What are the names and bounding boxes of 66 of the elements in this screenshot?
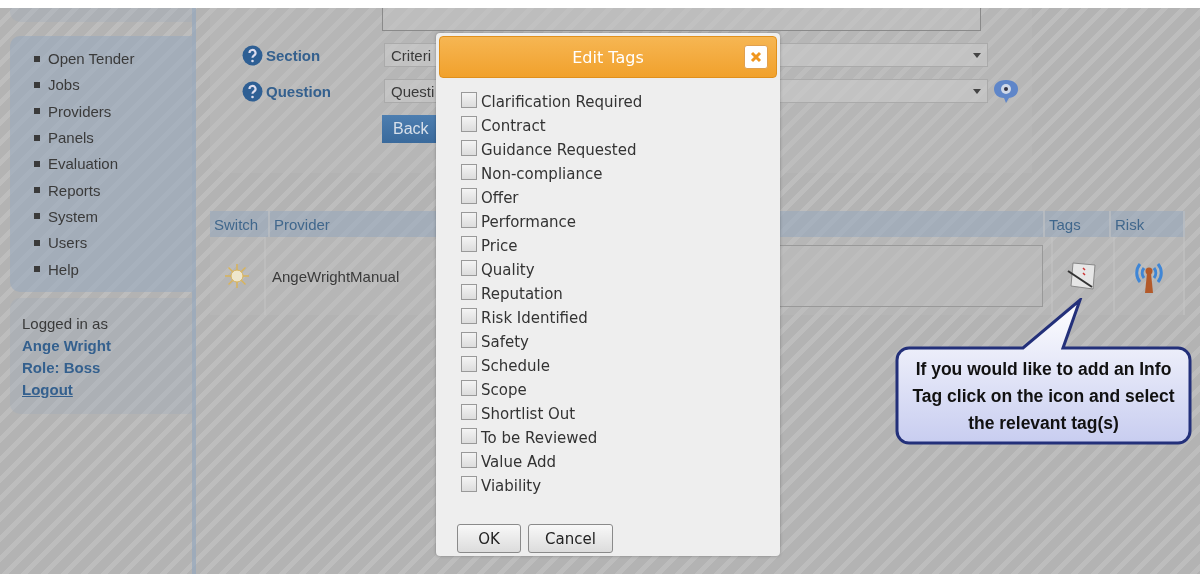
- checkbox[interactable]: [461, 476, 477, 492]
- login-caption: Logged in as: [22, 313, 108, 334]
- column-header: Tags: [1045, 211, 1111, 237]
- checkbox[interactable]: [461, 284, 477, 300]
- help-icon[interactable]: [242, 44, 263, 66]
- checkbox[interactable]: [461, 452, 477, 468]
- checkbox-label: Scope: [481, 381, 527, 399]
- close-icon: [750, 51, 762, 63]
- column-header: Risk: [1111, 211, 1185, 237]
- checkbox[interactable]: [461, 332, 477, 348]
- cancel-button[interactable]: Cancel: [528, 524, 613, 553]
- user-name: Ange Wright: [22, 335, 111, 356]
- checkbox[interactable]: [461, 380, 477, 396]
- checkbox-label: Shortlist Out: [481, 405, 576, 423]
- field-label: Section: [266, 46, 322, 64]
- checkbox[interactable]: [461, 188, 477, 204]
- menu-item[interactable]: Users: [34, 232, 192, 254]
- checkbox-label: Non-compliance: [481, 165, 603, 183]
- checkbox[interactable]: [461, 260, 477, 276]
- user-role: Role: Boss: [22, 357, 101, 378]
- callout-text: If you would like to add an Info Tag click on the icon and select the relevant tag(s): [911, 358, 1176, 435]
- checkbox[interactable]: [461, 404, 477, 420]
- menu-item[interactable]: System: [34, 205, 192, 228]
- checkbox[interactable]: [461, 308, 477, 324]
- help-icon[interactable]: [242, 80, 263, 102]
- checkbox-label: Performance: [481, 213, 577, 231]
- checkbox-label: Price: [481, 237, 518, 255]
- checkbox-label: Guidance Requested: [481, 141, 637, 159]
- checkbox[interactable]: [461, 212, 477, 228]
- checkbox-label: Viability: [481, 477, 542, 495]
- checkbox[interactable]: [461, 164, 477, 180]
- checkbox-label: Clarification Required: [481, 93, 643, 111]
- dialog-title: Edit Tags: [572, 47, 644, 67]
- speech-bubble-icon[interactable]: [992, 78, 1020, 104]
- menu-item[interactable]: Panels: [34, 126, 192, 149]
- select-field[interactable]: [382, 8, 981, 31]
- close-button[interactable]: [744, 45, 768, 69]
- checkbox[interactable]: [461, 236, 477, 252]
- checkbox-label: Safety: [481, 333, 529, 351]
- checkbox-label: Offer: [481, 189, 519, 207]
- menu-item[interactable]: Help: [34, 258, 192, 280]
- ok-button[interactable]: OK: [457, 524, 521, 553]
- checkbox-label: Quality: [481, 261, 535, 279]
- checkbox-label: Schedule: [481, 357, 550, 375]
- checkbox[interactable]: [461, 140, 477, 156]
- caret-icon: [973, 52, 981, 58]
- logout-link[interactable]: Logout: [22, 379, 73, 400]
- menu-item[interactable]: Reports: [34, 179, 192, 201]
- table-cell: AngeWrightManual: [272, 267, 400, 285]
- column-header: Switch: [210, 211, 270, 237]
- checkbox[interactable]: [461, 356, 477, 372]
- checkbox-label: To be Reviewed: [481, 429, 598, 447]
- checkbox[interactable]: [461, 92, 477, 108]
- sun-icon[interactable]: [224, 263, 250, 289]
- menu-item[interactable]: Providers: [34, 100, 192, 122]
- checkbox[interactable]: [461, 428, 477, 444]
- checkbox[interactable]: [461, 116, 477, 132]
- checkbox-label: Risk Identified: [481, 309, 588, 327]
- checkbox-label: Value Add: [481, 453, 556, 471]
- checkbox-label: Reputation: [481, 285, 563, 303]
- menu-item[interactable]: Evaluation: [34, 153, 192, 175]
- checkbox-label: Contract: [481, 117, 546, 135]
- field-label: Question: [266, 82, 332, 100]
- menu-item[interactable]: Jobs: [34, 74, 192, 96]
- menu-item[interactable]: Open Tender: [34, 48, 192, 70]
- caret-icon: [973, 88, 981, 94]
